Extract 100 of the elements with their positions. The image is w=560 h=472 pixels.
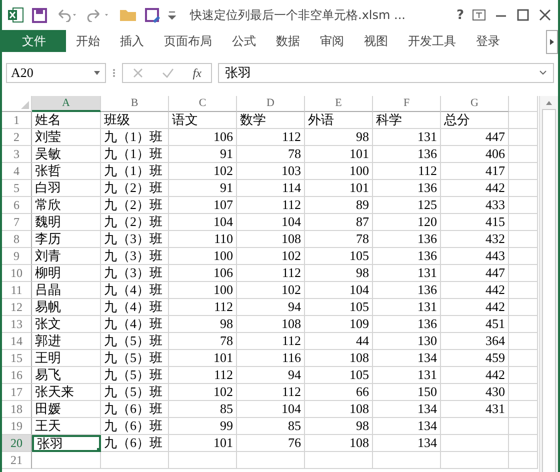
table-cell[interactable] <box>509 299 538 316</box>
table-cell[interactable]: 九（5）班 <box>101 333 169 350</box>
table-cell[interactable]: 442 <box>441 282 509 299</box>
table-cell[interactable] <box>305 452 373 469</box>
table-cell[interactable]: 九（1）班 <box>101 129 169 146</box>
table-cell[interactable]: 442 <box>441 299 509 316</box>
table-cell[interactable]: 131 <box>373 367 441 384</box>
column-header[interactable]: E <box>305 96 373 112</box>
table-cell[interactable]: 九（2）班 <box>101 180 169 197</box>
table-cell[interactable] <box>509 452 538 469</box>
table-cell[interactable]: 89 <box>305 197 373 214</box>
enter-icon[interactable] <box>162 68 174 78</box>
table-cell[interactable]: 易飞 <box>32 367 101 384</box>
column-header[interactable]: C <box>169 96 237 112</box>
table-cell[interactable]: 442 <box>441 367 509 384</box>
table-cell[interactable] <box>509 333 538 350</box>
table-cell[interactable]: 417 <box>441 163 509 180</box>
table-cell[interactable]: 九（5）班 <box>101 350 169 367</box>
table-cell[interactable]: 九（4）班 <box>101 316 169 333</box>
table-cell[interactable]: 136 <box>373 316 441 333</box>
table-cell[interactable]: 106 <box>169 129 237 146</box>
table-cell[interactable] <box>509 384 538 401</box>
table-cell[interactable]: 108 <box>305 435 373 452</box>
table-cell[interactable]: 98 <box>305 418 373 435</box>
table-cell[interactable]: 447 <box>441 265 509 282</box>
table-cell[interactable] <box>509 214 538 231</box>
row-header[interactable]: 16 <box>2 367 32 384</box>
table-cell[interactable] <box>509 265 538 282</box>
table-cell[interactable]: 九（5）班 <box>101 384 169 401</box>
table-cell[interactable] <box>441 452 509 469</box>
folder-icon[interactable] <box>119 8 137 22</box>
table-cell[interactable]: 44 <box>305 333 373 350</box>
row-header[interactable]: 1 <box>2 112 32 129</box>
table-cell[interactable]: 91 <box>169 146 237 163</box>
table-cell[interactable]: 85 <box>169 401 237 418</box>
table-cell[interactable]: 430 <box>441 384 509 401</box>
ribbon-tab[interactable]: 审阅 <box>310 30 354 52</box>
active-cell[interactable]: 张羽 <box>32 435 101 452</box>
table-cell[interactable] <box>509 350 538 367</box>
table-cell[interactable]: 104 <box>237 214 305 231</box>
table-cell[interactable]: 87 <box>305 214 373 231</box>
table-cell[interactable]: 九（6）班 <box>101 435 169 452</box>
table-cell[interactable]: 66 <box>305 384 373 401</box>
table-cell[interactable]: 数学 <box>237 112 305 129</box>
table-cell[interactable]: 130 <box>373 333 441 350</box>
close-icon[interactable] <box>538 9 552 21</box>
scroll-right-icon[interactable] <box>546 30 558 54</box>
table-cell[interactable]: 总分 <box>441 112 509 129</box>
table-cell[interactable]: 100 <box>169 282 237 299</box>
table-cell[interactable]: 120 <box>373 214 441 231</box>
row-header[interactable]: 17 <box>2 384 32 401</box>
table-cell[interactable]: 101 <box>169 435 237 452</box>
table-cell[interactable]: 九（1）班 <box>101 163 169 180</box>
table-cell[interactable]: 433 <box>441 197 509 214</box>
table-cell[interactable]: 104 <box>169 214 237 231</box>
table-cell[interactable] <box>101 452 169 469</box>
table-cell[interactable]: 134 <box>373 418 441 435</box>
row-header[interactable]: 13 <box>2 316 32 333</box>
table-cell[interactable]: 100 <box>169 248 237 265</box>
table-cell[interactable]: 94 <box>237 367 305 384</box>
table-cell[interactable]: 张哲 <box>32 163 101 180</box>
table-cell[interactable]: 136 <box>373 180 441 197</box>
table-cell[interactable]: 九（2）班 <box>101 214 169 231</box>
table-cell[interactable]: 102 <box>169 384 237 401</box>
cancel-icon[interactable] <box>132 68 143 78</box>
table-cell[interactable]: 125 <box>373 197 441 214</box>
row-header[interactable]: 8 <box>2 231 32 248</box>
table-cell[interactable]: 100 <box>305 163 373 180</box>
redo-icon[interactable] <box>87 8 111 22</box>
table-cell[interactable]: 108 <box>237 231 305 248</box>
table-cell[interactable]: 107 <box>169 197 237 214</box>
table-cell[interactable]: 94 <box>237 299 305 316</box>
table-cell[interactable] <box>509 367 538 384</box>
table-cell[interactable]: 108 <box>305 401 373 418</box>
ribbon-tab[interactable]: 文件 <box>2 30 66 52</box>
table-cell[interactable]: 91 <box>169 180 237 197</box>
ribbon-tab[interactable]: 数据 <box>266 30 310 52</box>
table-cell[interactable]: 王明 <box>32 350 101 367</box>
table-cell[interactable]: 102 <box>237 282 305 299</box>
table-cell[interactable]: 109 <box>305 316 373 333</box>
table-cell[interactable]: 112 <box>169 367 237 384</box>
table-cell[interactable]: 102 <box>237 248 305 265</box>
table-cell[interactable]: 九（4）班 <box>101 299 169 316</box>
scroll-up-icon[interactable] <box>545 99 553 107</box>
insert-function-button[interactable]: fx <box>192 66 202 80</box>
table-cell[interactable]: 张文 <box>32 316 101 333</box>
name-box[interactable]: A20 <box>6 63 106 83</box>
table-cell[interactable]: 364 <box>441 333 509 350</box>
table-cell[interactable]: 班级 <box>101 112 169 129</box>
table-cell[interactable]: 110 <box>169 231 237 248</box>
maximize-icon[interactable] <box>516 9 530 21</box>
row-header[interactable]: 21 <box>2 452 32 469</box>
table-cell[interactable]: 102 <box>169 163 237 180</box>
row-header[interactable]: 11 <box>2 282 32 299</box>
save-as-icon[interactable] <box>145 8 160 22</box>
table-cell[interactable]: 116 <box>237 350 305 367</box>
table-cell[interactable]: 白羽 <box>32 180 101 197</box>
table-cell[interactable]: 134 <box>373 350 441 367</box>
table-cell[interactable]: 104 <box>237 401 305 418</box>
row-header[interactable]: 3 <box>2 146 32 163</box>
